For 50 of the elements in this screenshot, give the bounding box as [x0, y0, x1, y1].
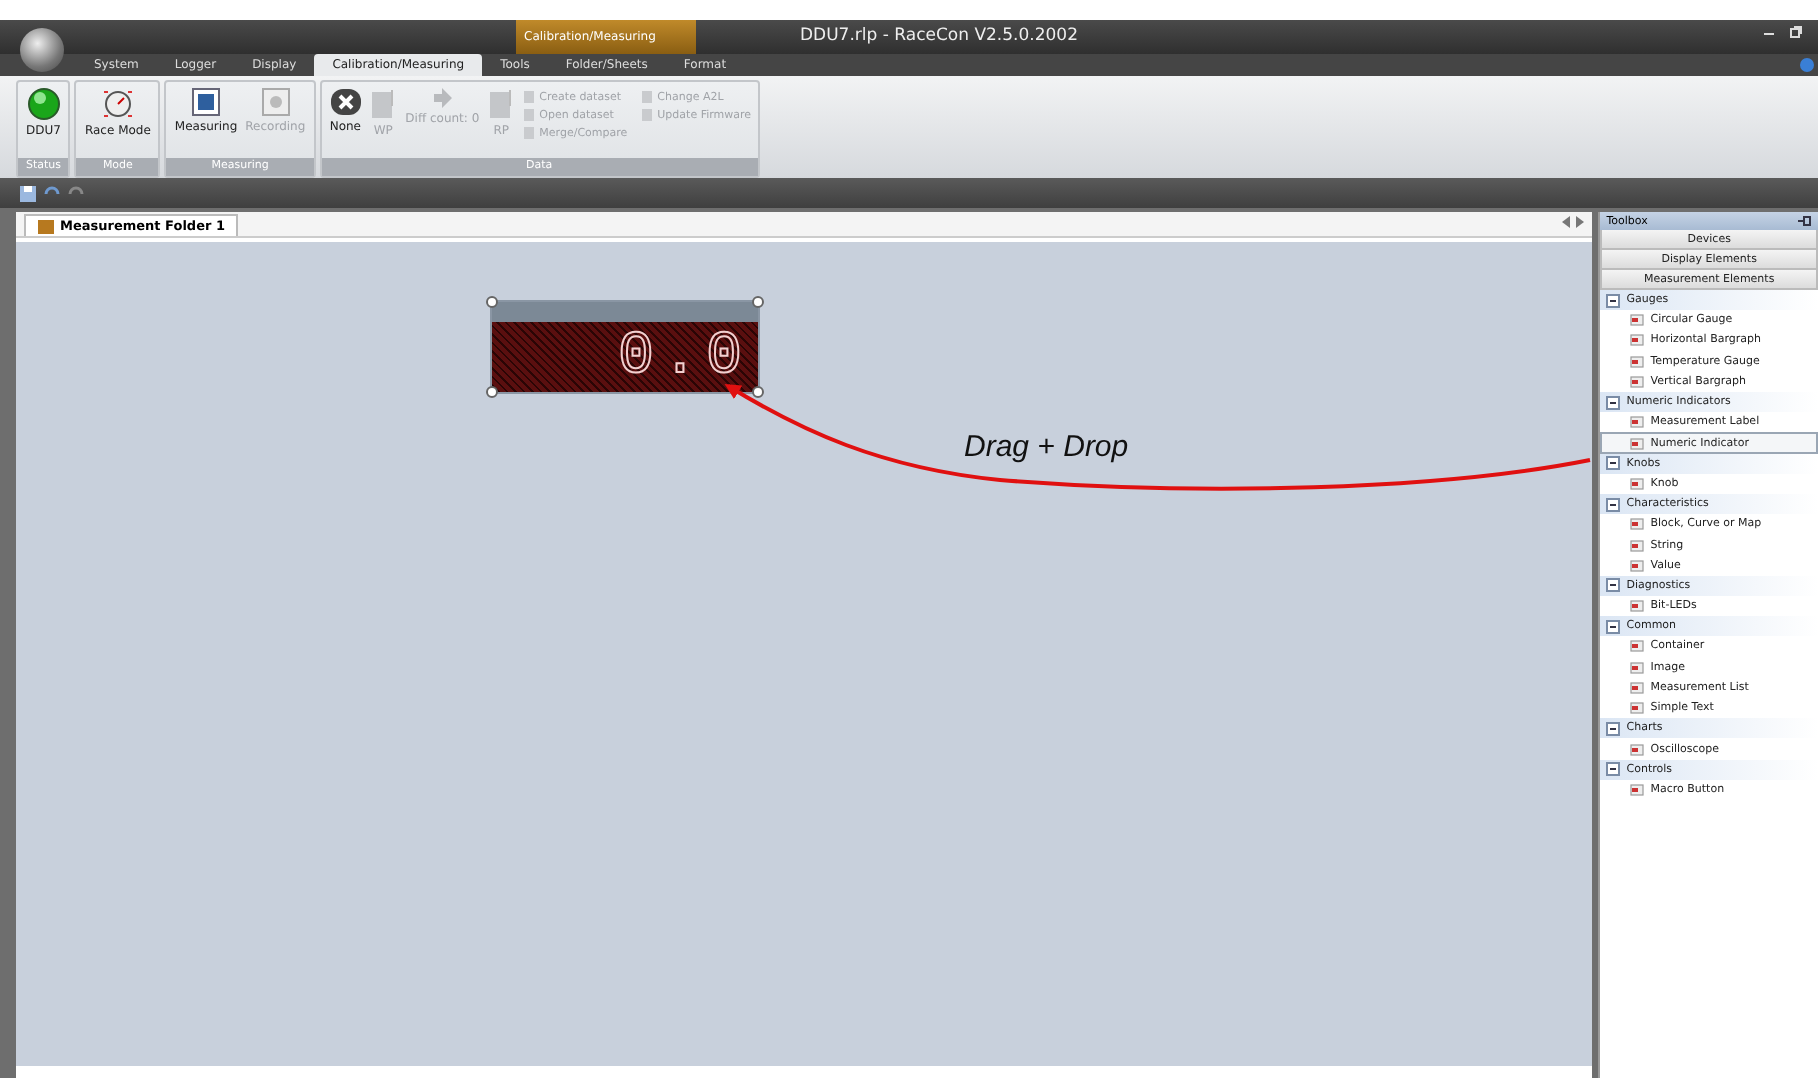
resize-handle[interactable] — [752, 296, 764, 308]
annotation-text: Drag + Drop — [964, 430, 1129, 464]
collapse-icon[interactable] — [1606, 762, 1621, 777]
numeric-indicator-widget[interactable]: 0.0 — [490, 300, 760, 394]
gauge-icon — [101, 88, 134, 120]
element-icon — [1630, 477, 1645, 490]
page-icon — [487, 88, 516, 120]
collapse-icon[interactable] — [1606, 721, 1621, 736]
element-icon — [1630, 682, 1645, 694]
pin-icon[interactable] — [1798, 216, 1812, 226]
element-icon — [1630, 743, 1645, 756]
scroll-right-icon[interactable] — [1576, 216, 1585, 228]
resize-handle[interactable] — [486, 296, 498, 308]
close-icon — [329, 88, 362, 116]
collapse-icon[interactable] — [1606, 619, 1621, 634]
redo-icon[interactable] — [68, 186, 84, 200]
element-icon — [1630, 661, 1645, 674]
scroll-left-icon[interactable] — [1562, 216, 1571, 228]
element-icon — [1630, 702, 1645, 715]
led-readout: 0.0 — [617, 327, 750, 387]
resize-handle[interactable] — [752, 386, 764, 398]
status-light-icon — [27, 88, 60, 120]
element-icon — [1630, 518, 1645, 531]
element-icon — [1630, 600, 1645, 613]
folder-icon — [38, 219, 54, 233]
element-icon — [1630, 416, 1645, 429]
element-icon — [1630, 334, 1645, 347]
square-icon — [192, 88, 221, 116]
window-title: DDU7.rlp - RaceCon V2.5.0.2002 — [800, 26, 1078, 46]
collapse-icon[interactable] — [1606, 293, 1621, 307]
arrow-icon — [432, 88, 453, 108]
collapse-icon[interactable] — [1606, 497, 1621, 512]
element-icon — [1630, 640, 1645, 653]
save-icon[interactable] — [20, 185, 36, 201]
element-icon — [1630, 783, 1645, 796]
undo-icon[interactable] — [44, 186, 60, 200]
element-icon — [1630, 539, 1645, 552]
page-icon — [369, 88, 398, 120]
collapse-icon[interactable] — [1606, 395, 1621, 410]
element-icon — [1630, 376, 1645, 389]
restore-icon[interactable] — [1790, 26, 1802, 38]
element-icon — [1630, 559, 1645, 572]
element-icon — [1630, 355, 1645, 368]
collapse-icon[interactable] — [1606, 578, 1621, 593]
element-icon — [1630, 314, 1645, 327]
resize-handle[interactable] — [486, 386, 498, 398]
element-icon — [1630, 437, 1645, 450]
app-menu-button[interactable] — [20, 28, 64, 72]
collapse-icon[interactable] — [1606, 456, 1621, 471]
record-icon — [261, 88, 290, 116]
